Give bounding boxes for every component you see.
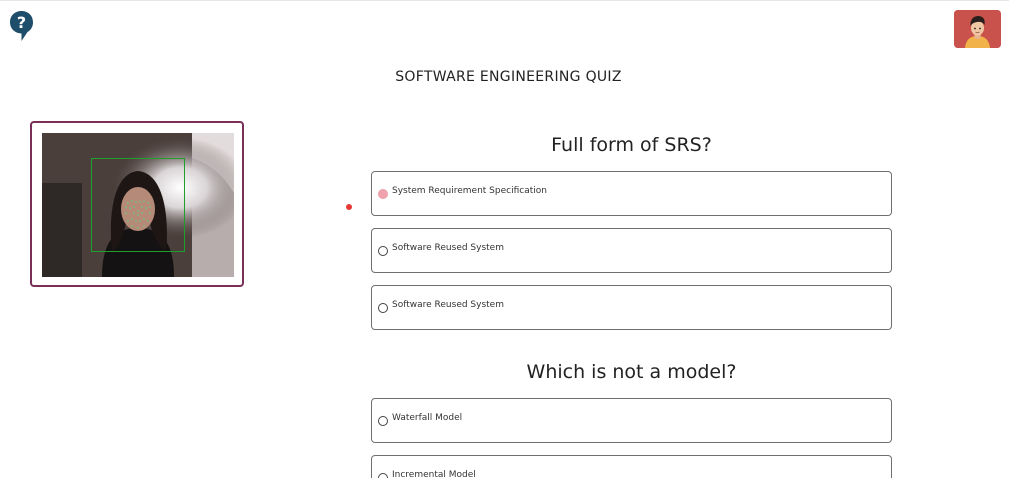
svg-text:?: ? (17, 13, 26, 32)
radio-button[interactable] (378, 303, 388, 313)
option-label: Software Reused System (392, 243, 504, 253)
option-label: Software Reused System (392, 300, 504, 310)
option-label: System Requirement Specification (392, 186, 547, 196)
question-1-option-3[interactable]: Software Reused System (371, 285, 892, 330)
question-1-option-2[interactable]: Software Reused System (371, 228, 892, 273)
camera-panel (30, 121, 244, 287)
option-label: Incremental Model (392, 470, 476, 478)
top-border (0, 0, 1009, 1)
radio-button-selected[interactable] (378, 189, 388, 199)
question-2-option-2[interactable]: Incremental Model (371, 455, 892, 478)
user-avatar-icon (954, 10, 1001, 48)
radio-button[interactable] (378, 416, 388, 426)
radio-button[interactable] (378, 246, 388, 256)
webcam-feed (42, 133, 234, 277)
radio-button[interactable] (378, 473, 388, 478)
option-label: Waterfall Model (392, 413, 463, 423)
question-1-option-1[interactable]: System Requirement Specification (371, 171, 892, 216)
help-question-icon[interactable]: ? (9, 10, 34, 42)
question-2-text: Which is not a model? (526, 361, 737, 383)
status-indicator-dot (346, 204, 352, 210)
question-2-option-1[interactable]: Waterfall Model (371, 398, 892, 443)
quiz-title: SOFTWARE ENGINEERING QUIZ (395, 69, 622, 85)
question-1-text: Full form of SRS? (551, 134, 712, 156)
user-avatar-button[interactable] (954, 10, 1001, 48)
face-detection-box (91, 158, 185, 252)
